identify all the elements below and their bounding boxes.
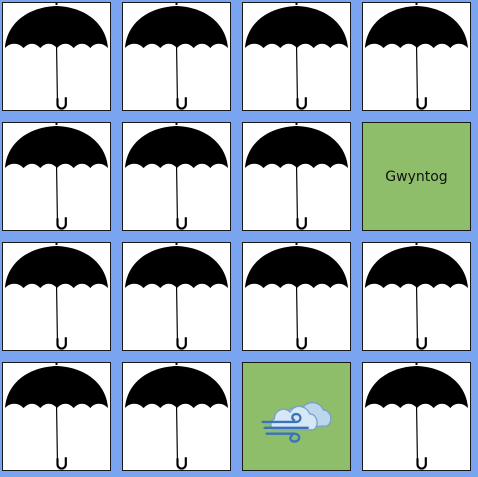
memory-card-r4-c4[interactable] [362,362,471,471]
umbrella-icon [124,123,229,230]
memory-game-board: Gwyntog [0,0,478,477]
umbrella-icon [124,363,229,470]
umbrella-icon [4,363,109,470]
memory-card-r1-c3[interactable] [242,2,351,111]
umbrella-icon [124,243,229,350]
umbrella-icon [364,3,469,110]
umbrella-icon [4,243,109,350]
umbrella-icon [244,123,349,230]
card-word-label: Gwyntog [385,168,448,185]
memory-card-r2-c2[interactable] [122,122,231,231]
memory-card-r1-c1[interactable] [2,2,111,111]
memory-card-r3-c1[interactable] [2,242,111,351]
memory-card-r3-c2[interactable] [122,242,231,351]
memory-card-r2-c4[interactable]: Gwyntog [362,122,471,231]
memory-card-r2-c3[interactable] [242,122,351,231]
memory-card-r4-c2[interactable] [122,362,231,471]
umbrella-icon [364,363,469,470]
windy-cloud-icon [261,401,332,443]
umbrella-icon [244,243,349,350]
memory-card-r4-c3[interactable] [242,362,351,471]
memory-card-r3-c4[interactable] [362,242,471,351]
umbrella-icon [244,3,349,110]
memory-card-r4-c1[interactable] [2,362,111,471]
memory-card-r2-c1[interactable] [2,122,111,231]
memory-card-r3-c3[interactable] [242,242,351,351]
umbrella-icon [4,123,109,230]
memory-card-r1-c4[interactable] [362,2,471,111]
umbrella-icon [4,3,109,110]
umbrella-icon [124,3,229,110]
memory-card-r1-c2[interactable] [122,2,231,111]
umbrella-icon [364,243,469,350]
